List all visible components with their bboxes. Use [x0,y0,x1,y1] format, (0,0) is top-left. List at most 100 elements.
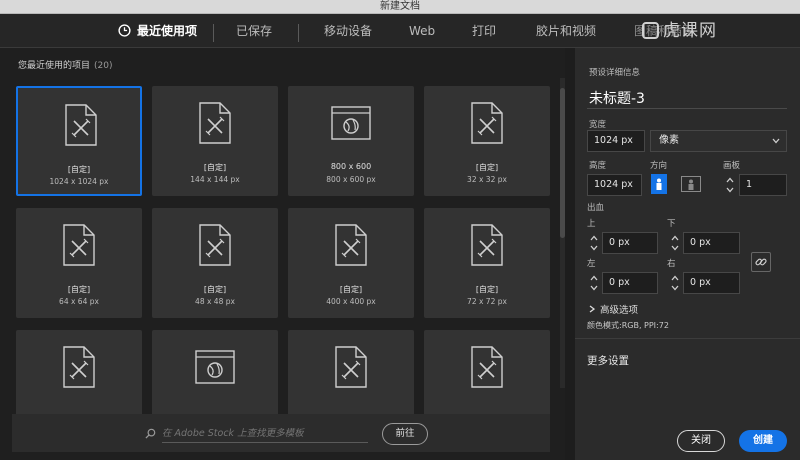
orientation-label: 方向 [650,161,668,171]
bleed-bottom-field[interactable]: 0 px [683,232,740,254]
web-browser-icon [331,106,371,148]
document-icon [198,102,232,144]
document-icon [62,224,96,266]
width-label: 宽度 [589,120,607,130]
preset-card[interactable]: [自定] 72 x 72 px [424,208,550,318]
bleed-left-label: 左 [587,259,596,269]
recent-section-title: 您最近使用的项目 (20) [18,58,113,71]
document-icon [62,346,96,388]
window-title: 新建文档 [380,1,420,12]
tab-divider [298,24,299,42]
section-divider [575,338,800,339]
stock-search-input[interactable] [162,425,368,443]
document-icon [334,346,368,388]
bleed-top-stepper-icon[interactable] [589,233,599,253]
artboards-field[interactable]: 1 [739,174,787,196]
height-label: 高度 [589,161,607,171]
bleed-bottom-stepper-icon[interactable] [670,233,680,253]
more-settings-link[interactable]: 更多设置 [587,353,629,368]
chevron-down-icon [772,138,780,144]
preset-card[interactable] [288,330,414,416]
go-button[interactable]: 前往 [382,423,428,445]
tab-saved[interactable]: 已保存 [236,14,272,48]
document-icon [470,224,504,266]
preset-card[interactable] [152,330,278,416]
tab-divider [213,24,214,42]
tab-web[interactable]: Web [409,14,435,48]
recent-items-panel: 您最近使用的项目 (20) [自定] 1024 x 1024 px [自定] 144 x… [0,48,565,460]
watermark: 虎课网 [642,14,717,48]
advanced-options-toggle[interactable]: 高级选项 [589,302,638,316]
advanced-options-label: 高级选项 [600,305,639,316]
preset-dimensions: 48 x 48 px [195,297,235,306]
preset-name: 800 x 600 [330,162,372,171]
bleed-left-stepper-icon[interactable] [589,273,599,293]
create-button[interactable]: 创建 [739,430,787,452]
tab-print[interactable]: 打印 [472,14,496,48]
bleed-label: 出血 [587,203,605,213]
window-titlebar: 新建文档 [0,0,800,14]
preset-name: [自定] [475,163,499,172]
document-title[interactable]: 未标题-3 [589,88,645,108]
bleed-top-label: 上 [587,219,596,229]
recent-count: (20) [94,61,113,71]
preset-details-label: 预设详细信息 [589,68,641,78]
document-icon [198,224,232,266]
bleed-right-label: 右 [667,259,676,269]
close-button[interactable]: 关闭 [677,430,725,452]
tab-film-video[interactable]: 胶片和视频 [536,14,596,48]
preset-card[interactable]: [自定] 144 x 144 px [152,86,278,196]
artboards-stepper-icon[interactable] [725,175,735,195]
preset-card[interactable] [16,330,142,416]
recent-title: 您最近使用的项目 [18,61,91,71]
preset-dimensions: 400 x 400 px [326,297,376,306]
document-icon [470,346,504,388]
preset-dimensions: 32 x 32 px [467,175,507,184]
width-field[interactable]: 1024 px [587,130,645,152]
stock-search-bar: 前往 [12,414,550,452]
bleed-right-field[interactable]: 0 px [683,272,740,294]
bleed-right-stepper-icon[interactable] [670,273,680,293]
preset-card[interactable]: 800 x 600 800 x 600 px [288,86,414,196]
scrollbar-thumb[interactable] [560,88,565,238]
tab-label: 最近使用项 [137,24,198,38]
chevron-right-icon [589,305,596,313]
preset-card[interactable]: [自定] 64 x 64 px [16,208,142,318]
document-icon [334,224,368,266]
preset-dimensions: 64 x 64 px [59,297,99,306]
preset-card[interactable]: [自定] 1024 x 1024 px [16,86,142,196]
preset-dimensions: 800 x 600 px [326,175,376,184]
unit-dropdown[interactable]: 像素 [650,130,787,152]
title-underline [587,108,787,109]
bleed-left-field[interactable]: 0 px [602,272,658,294]
preset-card[interactable] [424,330,550,416]
preset-name: [自定] [67,165,91,174]
preset-details-panel: 预设详细信息 未标题-3 宽度 1024 px 像素 高度 方向 画板 1024… [575,48,800,460]
artboards-label: 画板 [723,161,741,171]
preset-name: [自定] [339,285,363,294]
bleed-bottom-label: 下 [667,219,676,229]
preset-dimensions: 1024 x 1024 px [49,177,109,186]
height-field[interactable]: 1024 px [587,174,642,196]
link-icon[interactable] [751,252,771,272]
preset-dimensions: 72 x 72 px [467,297,507,306]
document-icon [64,104,98,146]
preset-dimensions: 144 x 144 px [190,175,240,184]
preset-card[interactable]: [自定] 48 x 48 px [152,208,278,318]
search-icon [145,428,156,439]
watermark-logo-icon [642,22,659,39]
clock-icon [118,24,131,37]
landscape-orientation-icon[interactable] [681,174,701,194]
preset-card[interactable]: [自定] 32 x 32 px [424,86,550,196]
portrait-orientation-icon[interactable] [651,174,667,194]
bleed-top-field[interactable]: 0 px [602,232,658,254]
document-icon [470,102,504,144]
preset-name: [自定] [203,285,227,294]
preset-name: [自定] [203,163,227,172]
preset-name: [自定] [475,285,499,294]
watermark-text: 虎课网 [663,21,717,41]
unit-value: 像素 [659,135,679,146]
preset-card[interactable]: [自定] 400 x 400 px [288,208,414,318]
tab-recent[interactable]: 最近使用项 [118,14,197,48]
tab-mobile[interactable]: 移动设备 [324,14,372,48]
